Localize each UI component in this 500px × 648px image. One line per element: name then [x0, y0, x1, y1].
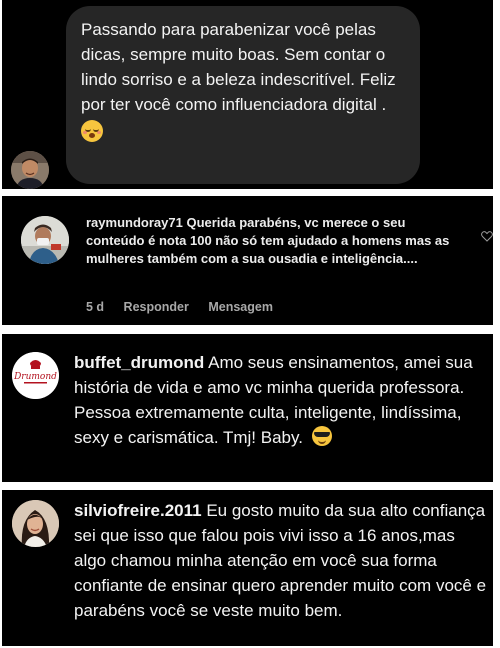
- face-with-closed-eyes-icon: [81, 120, 103, 142]
- comment-body: buffet_drumond Amo seus ensinamentos, am…: [74, 350, 488, 450]
- avatar[interactable]: [21, 216, 69, 264]
- logo-text: Drumond: [13, 372, 57, 382]
- comment-username[interactable]: buffet_drumond: [74, 353, 204, 372]
- comment-username[interactable]: silviofreire.2011: [74, 501, 202, 520]
- comment-panel-2: Drumond buffet_drumond Amo seus ensiname…: [2, 334, 493, 482]
- avatar[interactable]: Drumond: [12, 352, 59, 399]
- heart-icon[interactable]: [481, 230, 493, 242]
- comment-body: raymundoray71 Querida parabéns, vc merec…: [86, 214, 466, 268]
- avatar[interactable]: [12, 500, 59, 547]
- comment-panel-3: silviofreire.2011 Eu gosto muito da sua …: [2, 490, 493, 646]
- comment-body: silviofreire.2011 Eu gosto muito da sua …: [74, 498, 488, 623]
- message-bubble[interactable]: Passando para parabenizar você pelas dic…: [66, 6, 420, 184]
- message-text: Passando para parabenizar você pelas dic…: [81, 20, 396, 114]
- reply-button[interactable]: Responder: [124, 300, 189, 314]
- dm-panel: Passando para parabenizar você pelas dic…: [2, 0, 493, 189]
- comment-panel-1: raymundoray71 Querida parabéns, vc merec…: [2, 196, 493, 325]
- comment-meta: 5 d Responder Mensagem: [86, 300, 289, 314]
- message-button[interactable]: Mensagem: [208, 300, 273, 314]
- comment-username[interactable]: raymundoray71: [86, 215, 183, 230]
- comment-time: 5 d: [86, 300, 105, 314]
- sunglasses-face-icon: [311, 426, 332, 446]
- avatar[interactable]: [11, 151, 49, 189]
